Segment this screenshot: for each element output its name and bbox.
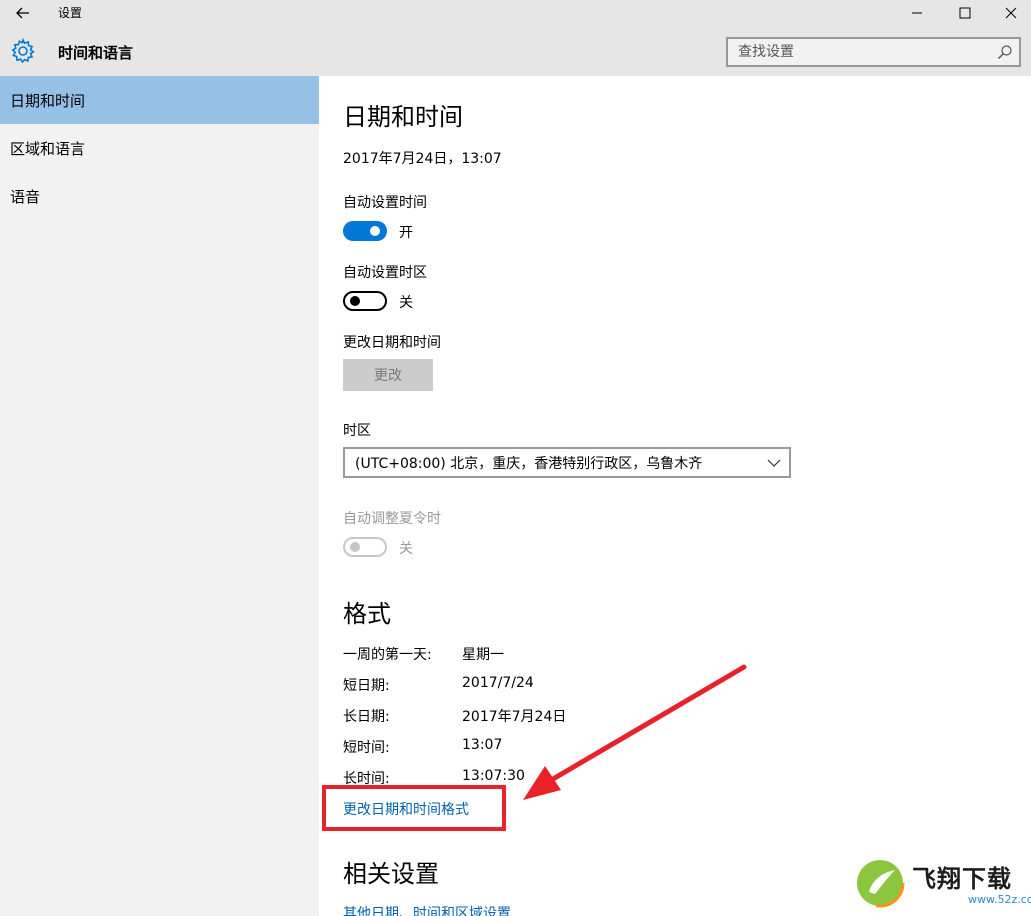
format-row-value: 星期一 — [462, 647, 504, 663]
sidebar-item-label: 区域和语言 — [10, 139, 86, 158]
dst-label: 自动调整夏令时 — [343, 511, 441, 527]
auto-time-state: 开 — [399, 225, 413, 241]
header: 时间和语言 — [0, 26, 1031, 76]
search-box[interactable] — [726, 37, 1021, 67]
change-datetime-button[interactable]: 更改 — [343, 359, 433, 391]
title-bar: 设置 — [0, 0, 1031, 26]
maximize-icon — [959, 7, 971, 19]
watermark-logo-icon — [855, 858, 905, 908]
format-row-value: 2017年7月24日 — [462, 709, 567, 725]
sidebar-item-label: 语音 — [10, 187, 41, 206]
sidebar-item-speech[interactable]: 语音 — [0, 172, 319, 220]
sidebar: 日期和时间 区域和语言 语音 — [0, 76, 319, 916]
format-row-value: 2017/7/24 — [462, 675, 534, 691]
watermark-url: www.52z.com — [968, 893, 1031, 906]
timezone-value: (UTC+08:00) 北京，重庆，香港特别行政区，乌鲁木齐 — [355, 455, 703, 472]
gear-icon — [11, 38, 35, 64]
format-row-key: 一周的第一天: — [343, 647, 432, 663]
format-row-value: 13:07:30 — [462, 768, 525, 784]
search-icon[interactable] — [997, 44, 1013, 60]
watermark-text: 飞翔下载 — [912, 865, 1012, 893]
dst-state: 关 — [399, 541, 413, 557]
search-input[interactable] — [728, 39, 988, 65]
maximize-button[interactable] — [942, 0, 988, 26]
auto-timezone-label: 自动设置时区 — [343, 265, 427, 281]
sidebar-item-region-language[interactable]: 区域和语言 — [0, 124, 319, 172]
sidebar-item-date-time[interactable]: 日期和时间 — [0, 76, 319, 124]
chevron-down-icon — [767, 459, 781, 467]
auto-timezone-toggle[interactable] — [343, 291, 387, 311]
timezone-select[interactable]: (UTC+08:00) 北京，重庆，香港特别行政区，乌鲁木齐 — [343, 447, 791, 478]
minimize-icon — [912, 12, 922, 14]
current-datetime: 2017年7月24日，13:07 — [343, 151, 502, 167]
timezone-label: 时区 — [343, 423, 371, 439]
auto-time-toggle[interactable] — [343, 221, 387, 241]
dst-toggle[interactable] — [343, 537, 387, 557]
close-button[interactable] — [988, 0, 1031, 26]
window-title: 设置 — [58, 6, 83, 20]
other-region-settings-link[interactable]: 其他日期、时间和区域设置 — [343, 903, 511, 916]
format-row-key: 短时间: — [343, 740, 390, 756]
back-arrow-icon — [16, 7, 29, 19]
auto-time-label: 自动设置时间 — [343, 195, 427, 211]
format-row-value: 13:07 — [462, 737, 503, 753]
page-title: 日期和时间 — [343, 103, 463, 131]
format-row-key: 短日期: — [343, 678, 390, 694]
related-settings-title: 相关设置 — [343, 860, 439, 888]
back-button[interactable] — [6, 1, 40, 25]
sidebar-item-label: 日期和时间 — [10, 91, 86, 110]
annotation-highlight-box — [322, 785, 506, 831]
minimize-button[interactable] — [894, 0, 940, 26]
change-datetime-label: 更改日期和时间 — [343, 335, 441, 351]
close-icon — [1005, 7, 1017, 19]
auto-timezone-state: 关 — [399, 295, 413, 311]
page-category-title: 时间和语言 — [58, 44, 134, 62]
format-section-title: 格式 — [343, 600, 391, 628]
format-row-key: 长日期: — [343, 709, 390, 725]
